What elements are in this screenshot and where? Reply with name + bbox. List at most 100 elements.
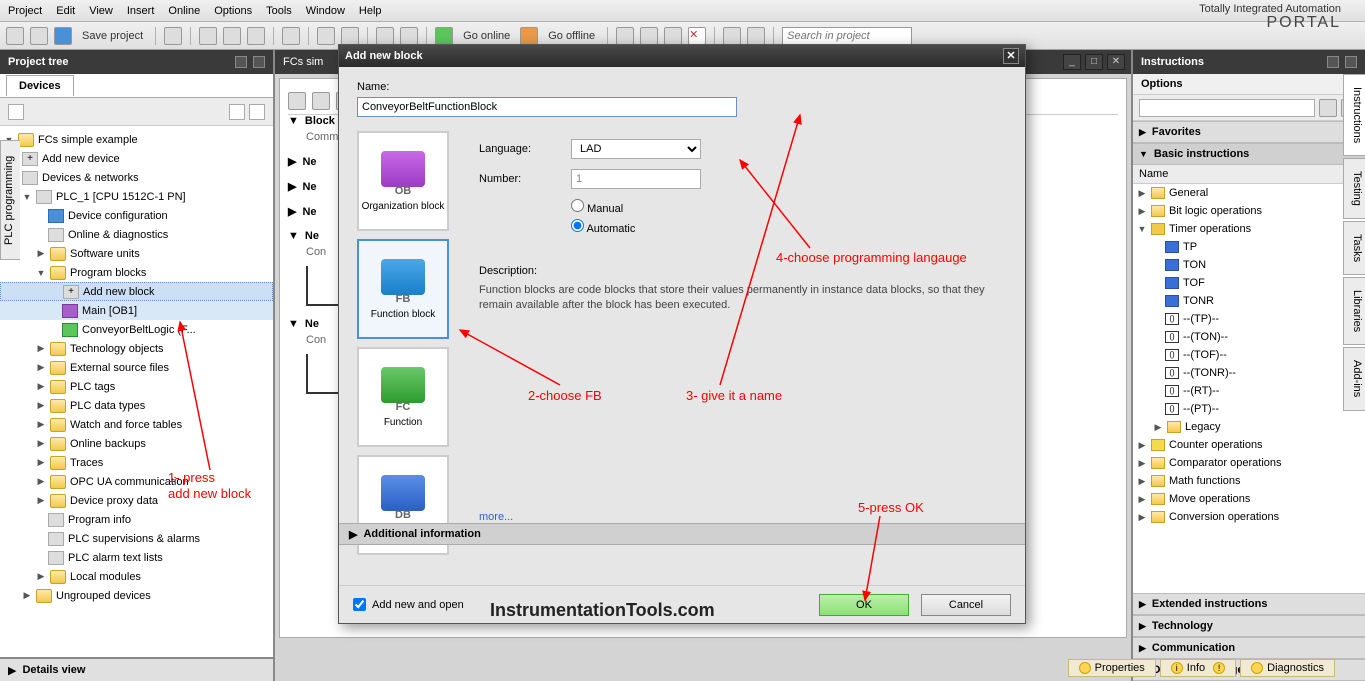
tree-tech-objects[interactable]: ▶Technology objects (0, 339, 273, 358)
section-extended[interactable]: ▶Extended instructions (1133, 593, 1365, 615)
tb-icon-c[interactable] (664, 27, 682, 45)
vtab-libraries[interactable]: Libraries (1343, 277, 1365, 345)
tree-view2-icon[interactable] (249, 104, 265, 120)
pt-pin-icon[interactable] (235, 56, 247, 68)
tree-add-new-block[interactable]: +Add new block (0, 282, 273, 301)
menu-options[interactable]: Options (214, 5, 252, 17)
tree-online-diag[interactable]: Online & diagnostics (0, 225, 273, 244)
instr-timer[interactable]: ▼Timer operations (1133, 220, 1365, 238)
menu-online[interactable]: Online (168, 5, 200, 17)
instr-search-input[interactable] (1139, 99, 1315, 117)
additional-info-header[interactable]: ▶Additional information (339, 523, 1025, 545)
instr-collapse-icon[interactable] (1345, 56, 1357, 68)
instr-npt[interactable]: ()--(PT)-- (1133, 400, 1365, 418)
dialog-titlebar[interactable]: Add new block ✕ (339, 45, 1025, 67)
go-online-label[interactable]: Go online (459, 30, 514, 42)
ed-icon[interactable] (312, 92, 330, 110)
vtab-testing[interactable]: Testing (1343, 158, 1365, 219)
more-link[interactable]: more... (479, 511, 513, 523)
upload-icon[interactable] (400, 27, 418, 45)
instr-tonr[interactable]: TONR (1133, 292, 1365, 310)
print-icon[interactable] (164, 27, 182, 45)
menu-project[interactable]: Project (8, 5, 42, 17)
tree-tool-icon[interactable] (8, 104, 24, 120)
menu-view[interactable]: View (89, 5, 113, 17)
tab-devices[interactable]: Devices (6, 75, 74, 96)
section-technology[interactable]: ▶Technology (1133, 615, 1365, 637)
tab-diagnostics[interactable]: Diagnostics (1240, 659, 1335, 677)
tree-watch[interactable]: ▶Watch and force tables (0, 415, 273, 434)
tree-program-blocks[interactable]: ▼Program blocks (0, 263, 273, 282)
block-type-fb[interactable]: FBFunction block (357, 239, 449, 339)
new-project-icon[interactable] (6, 27, 24, 45)
instr-counter[interactable]: ▶Counter operations (1133, 436, 1365, 454)
tree-proxy[interactable]: ▶Device proxy data (0, 491, 273, 510)
menu-insert[interactable]: Insert (127, 5, 155, 17)
vtab-instructions[interactable]: Instructions (1343, 74, 1365, 156)
instr-move[interactable]: ▶Move operations (1133, 490, 1365, 508)
tb-icon-d[interactable] (723, 27, 741, 45)
download-icon[interactable] (376, 27, 394, 45)
vtab-addins[interactable]: Add-ins (1343, 347, 1365, 410)
instr-pin-icon[interactable] (1327, 56, 1339, 68)
cut-icon[interactable] (199, 27, 217, 45)
instr-legacy[interactable]: ▶Legacy (1133, 418, 1365, 436)
instruction-list[interactable]: Name... ▶General ▶Bit logic operations ▼… (1133, 165, 1365, 593)
delete-icon[interactable] (282, 27, 300, 45)
tb-icon-b[interactable] (640, 27, 658, 45)
tree-dev-config[interactable]: Device configuration (0, 206, 273, 225)
copy-icon[interactable] (223, 27, 241, 45)
block-name-input[interactable] (357, 97, 737, 117)
instr-view1-icon[interactable] (1319, 99, 1337, 117)
win-max-icon[interactable]: □ (1085, 54, 1103, 70)
pt-collapse-icon[interactable] (253, 56, 265, 68)
instr-bitlogic[interactable]: ▶Bit logic operations (1133, 202, 1365, 220)
instr-tof[interactable]: TOF (1133, 274, 1365, 292)
tree-conveyor-fc[interactable]: ConveyorBeltLogic (F... (0, 320, 273, 339)
instr-tp[interactable]: TP (1133, 238, 1365, 256)
redo-icon[interactable] (341, 27, 359, 45)
go-online-icon[interactable] (435, 27, 453, 45)
tree-ext-src[interactable]: ▶External source files (0, 358, 273, 377)
instr-general[interactable]: ▶General (1133, 184, 1365, 202)
section-favorites[interactable]: ▶Favorites (1133, 121, 1365, 143)
tree-root[interactable]: ▼FCs simple example (0, 130, 273, 149)
tree-prog-info[interactable]: Program info (0, 510, 273, 529)
paste-icon[interactable] (247, 27, 265, 45)
undo-icon[interactable] (317, 27, 335, 45)
radio-automatic[interactable]: Automatic (571, 219, 1007, 235)
save-icon[interactable] (54, 27, 72, 45)
menu-window[interactable]: Window (306, 5, 345, 17)
tree-plc-tags[interactable]: ▶PLC tags (0, 377, 273, 396)
tree-view1-icon[interactable] (229, 104, 245, 120)
project-tree[interactable]: ▼FCs simple example +Add new device Devi… (0, 126, 273, 657)
win-close-icon[interactable]: ✕ (1107, 54, 1125, 70)
instr-conversion[interactable]: ▶Conversion operations (1133, 508, 1365, 526)
section-communication[interactable]: ▶Communication (1133, 637, 1365, 659)
menu-edit[interactable]: Edit (56, 5, 75, 17)
tree-traces[interactable]: ▶Traces (0, 453, 273, 472)
win-min-icon[interactable]: _ (1063, 54, 1081, 70)
tree-local-modules[interactable]: ▶Local modules (0, 567, 273, 586)
instr-ntp[interactable]: ()--(TP)-- (1133, 310, 1365, 328)
block-type-ob[interactable]: OBOrganization block (357, 131, 449, 231)
tree-plc-dtypes[interactable]: ▶PLC data types (0, 396, 273, 415)
go-offline-label[interactable]: Go offline (544, 30, 599, 42)
ok-button[interactable]: OK (819, 594, 909, 616)
search-project-input[interactable] (782, 27, 912, 45)
add-and-open-checkbox[interactable]: Add new and open (353, 598, 464, 611)
ed-icon[interactable] (288, 92, 306, 110)
section-basic[interactable]: ▼Basic instructions (1133, 143, 1365, 165)
tree-backups[interactable]: ▶Online backups (0, 434, 273, 453)
vtab-plc-programming[interactable]: PLC programming (0, 140, 20, 260)
go-offline-icon[interactable] (520, 27, 538, 45)
menu-help[interactable]: Help (359, 5, 382, 17)
tree-supervisions[interactable]: PLC supervisions & alarms (0, 529, 273, 548)
radio-manual[interactable]: Manual (571, 199, 1007, 215)
tab-info[interactable]: iInfo! (1160, 659, 1236, 677)
tree-main-ob1[interactable]: Main [OB1] (0, 301, 273, 320)
tree-add-device[interactable]: +Add new device (0, 149, 273, 168)
cancel-button[interactable]: Cancel (921, 594, 1011, 616)
block-type-fc[interactable]: FCFunction (357, 347, 449, 447)
tree-alarm-lists[interactable]: PLC alarm text lists (0, 548, 273, 567)
